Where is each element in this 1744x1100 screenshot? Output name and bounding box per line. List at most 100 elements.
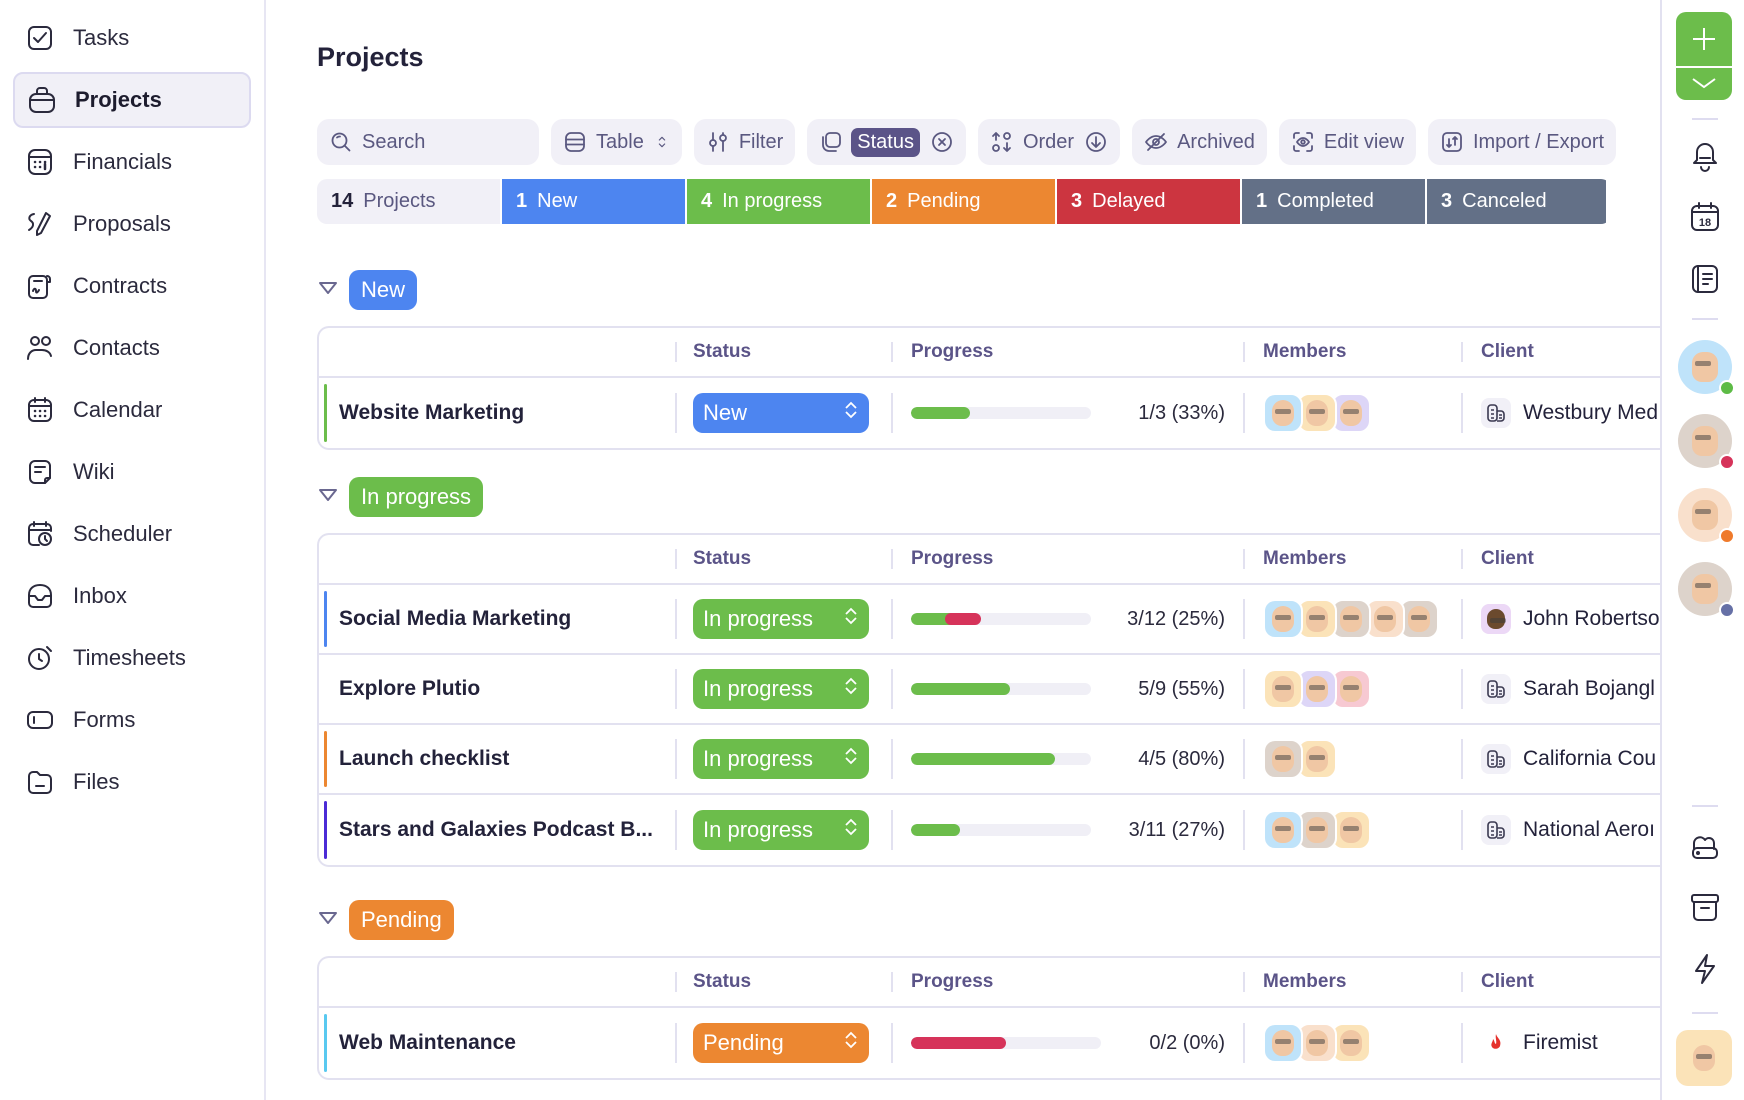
client-column-header[interactable]: Client	[1461, 972, 1660, 992]
sidebar-item-contracts[interactable]: Contracts	[13, 258, 251, 314]
team-member-avatar[interactable]	[1678, 488, 1735, 544]
table-row[interactable]: Stars and Galaxies Podcast B... In progre…	[319, 795, 1660, 865]
sort-direction-icon[interactable]	[1084, 130, 1108, 154]
status-column-header[interactable]: Status	[675, 548, 891, 569]
client-cell[interactable]: Westbury Med	[1461, 393, 1660, 433]
clear-group-icon[interactable]	[930, 130, 954, 154]
cloud-drive-button[interactable]	[1688, 828, 1722, 862]
member-avatar[interactable]	[1263, 393, 1303, 433]
archived-button[interactable]: Archived	[1132, 119, 1267, 165]
progress-column-header[interactable]: Progress	[891, 548, 1243, 569]
status-column-header[interactable]: Status	[675, 971, 891, 992]
filter-button[interactable]: Filter	[693, 119, 796, 165]
client-column-header[interactable]: Client	[1461, 549, 1660, 569]
status-select[interactable]: In progress	[693, 669, 869, 709]
project-name[interactable]: Web Maintenance	[319, 1031, 675, 1055]
search-input[interactable]: Search	[317, 119, 539, 165]
member-avatar[interactable]	[1331, 669, 1371, 709]
member-avatar[interactable]	[1263, 1023, 1303, 1063]
summary-new[interactable]: 1 New	[502, 179, 687, 224]
sidebar-item-projects[interactable]: Projects	[13, 72, 251, 128]
member-avatar[interactable]	[1263, 599, 1303, 639]
member-avatar[interactable]	[1297, 599, 1337, 639]
status-select[interactable]: In progress	[693, 810, 869, 850]
add-menu-button[interactable]	[1676, 68, 1732, 98]
summary-canceled[interactable]: 3 Canceled	[1427, 179, 1606, 224]
member-avatar[interactable]	[1263, 810, 1303, 850]
member-avatar[interactable]	[1297, 810, 1337, 850]
project-name[interactable]: Launch checklist	[319, 747, 675, 771]
member-avatar[interactable]	[1331, 599, 1371, 639]
view-selector-button[interactable]: Table	[551, 119, 682, 165]
automations-button[interactable]	[1688, 952, 1722, 986]
import-export-button[interactable]: Import / Export	[1427, 119, 1617, 165]
sidebar-item-forms[interactable]: Forms	[13, 692, 251, 748]
project-name[interactable]: Explore Plutio	[319, 677, 675, 701]
sidebar-item-timesheets[interactable]: Timesheets	[13, 630, 251, 686]
status-select[interactable]: Pending	[693, 1023, 869, 1063]
group-by-button[interactable]: Status	[807, 119, 966, 165]
archive-button[interactable]	[1688, 890, 1722, 924]
members-column-header[interactable]: Members	[1243, 341, 1461, 362]
status-select[interactable]: New	[693, 393, 869, 433]
member-avatar[interactable]	[1331, 1023, 1371, 1063]
sidebar-item-files[interactable]: Files	[13, 754, 251, 810]
member-avatar[interactable]	[1297, 1023, 1337, 1063]
sidebar-item-contacts[interactable]: Contacts	[13, 320, 251, 376]
project-name[interactable]: Social Media Marketing	[319, 607, 675, 631]
members-column-header[interactable]: Members	[1243, 548, 1461, 569]
member-avatar[interactable]	[1399, 599, 1439, 639]
sidebar-item-proposals[interactable]: Proposals	[13, 196, 251, 252]
table-row[interactable]: Explore Plutio In progress 5/9 (55%) Sarah …	[319, 655, 1660, 725]
calendar-button[interactable]: 18	[1688, 200, 1722, 234]
table-row[interactable]: Social Media Marketing In progress 3/12 (2…	[319, 585, 1660, 655]
project-name[interactable]: Stars and Galaxies Podcast B...	[319, 818, 675, 842]
status-select[interactable]: In progress	[693, 739, 869, 779]
client-cell[interactable]: Firemist	[1461, 1023, 1660, 1063]
client-cell[interactable]: California Cou	[1461, 739, 1660, 779]
add-new-button[interactable]	[1676, 12, 1732, 68]
client-column-header[interactable]: Client	[1461, 342, 1660, 362]
summary-completed[interactable]: 1 Completed	[1242, 179, 1427, 224]
edit-view-button[interactable]: Edit view	[1278, 119, 1416, 165]
current-user-avatar[interactable]	[1676, 1030, 1732, 1086]
sidebar-item-wiki[interactable]: Wiki	[13, 444, 251, 500]
client-cell[interactable]: Sarah Bojangl	[1461, 669, 1660, 709]
sidebar-item-scheduler[interactable]: Scheduler	[13, 506, 251, 562]
members-column-header[interactable]: Members	[1243, 971, 1461, 992]
table-row[interactable]: Website Marketing New 1/3 (33%) Westbury Me…	[319, 378, 1660, 448]
add-button[interactable]	[1676, 12, 1732, 100]
table-row[interactable]: Launch checklist In progress 4/5 (80%) Cali…	[319, 725, 1660, 795]
status-column-header[interactable]: Status	[675, 341, 891, 362]
collapse-caret-icon[interactable]	[317, 484, 349, 511]
sidebar-item-inbox[interactable]: Inbox	[13, 568, 251, 624]
summary-in-progress[interactable]: 4 In progress	[687, 179, 872, 224]
member-avatar[interactable]	[1365, 599, 1405, 639]
table-row[interactable]: Web Maintenance Pending 0/2 (0%) Firemist	[319, 1008, 1660, 1078]
client-cell[interactable]: National Aeroı	[1461, 810, 1660, 850]
notifications-button[interactable]	[1688, 138, 1722, 172]
sidebar-item-financials[interactable]: Financials	[13, 134, 251, 190]
member-avatar[interactable]	[1297, 669, 1337, 709]
member-avatar[interactable]	[1331, 810, 1371, 850]
team-member-avatar[interactable]	[1678, 562, 1735, 618]
collapse-caret-icon[interactable]	[317, 277, 349, 304]
progress-column-header[interactable]: Progress	[891, 971, 1243, 992]
member-avatar[interactable]	[1331, 393, 1371, 433]
member-avatar[interactable]	[1263, 669, 1303, 709]
team-member-avatar[interactable]	[1678, 340, 1735, 396]
collapse-caret-icon[interactable]	[317, 907, 349, 934]
sidebar-item-tasks[interactable]: Tasks	[13, 10, 251, 66]
summary-total[interactable]: 14 Projects	[317, 179, 502, 224]
summary-pending[interactable]: 2 Pending	[872, 179, 1057, 224]
sidebar-item-calendar[interactable]: Calendar	[13, 382, 251, 438]
client-cell[interactable]: John Robertso	[1461, 599, 1660, 639]
order-button[interactable]: Order	[977, 119, 1121, 165]
status-select[interactable]: In progress	[693, 599, 869, 639]
project-name[interactable]: Website Marketing	[319, 401, 675, 425]
member-avatar[interactable]	[1297, 739, 1337, 779]
notes-button[interactable]	[1688, 262, 1722, 296]
progress-column-header[interactable]: Progress	[891, 341, 1243, 362]
summary-delayed[interactable]: 3 Delayed	[1057, 179, 1242, 224]
member-avatar[interactable]	[1297, 393, 1337, 433]
